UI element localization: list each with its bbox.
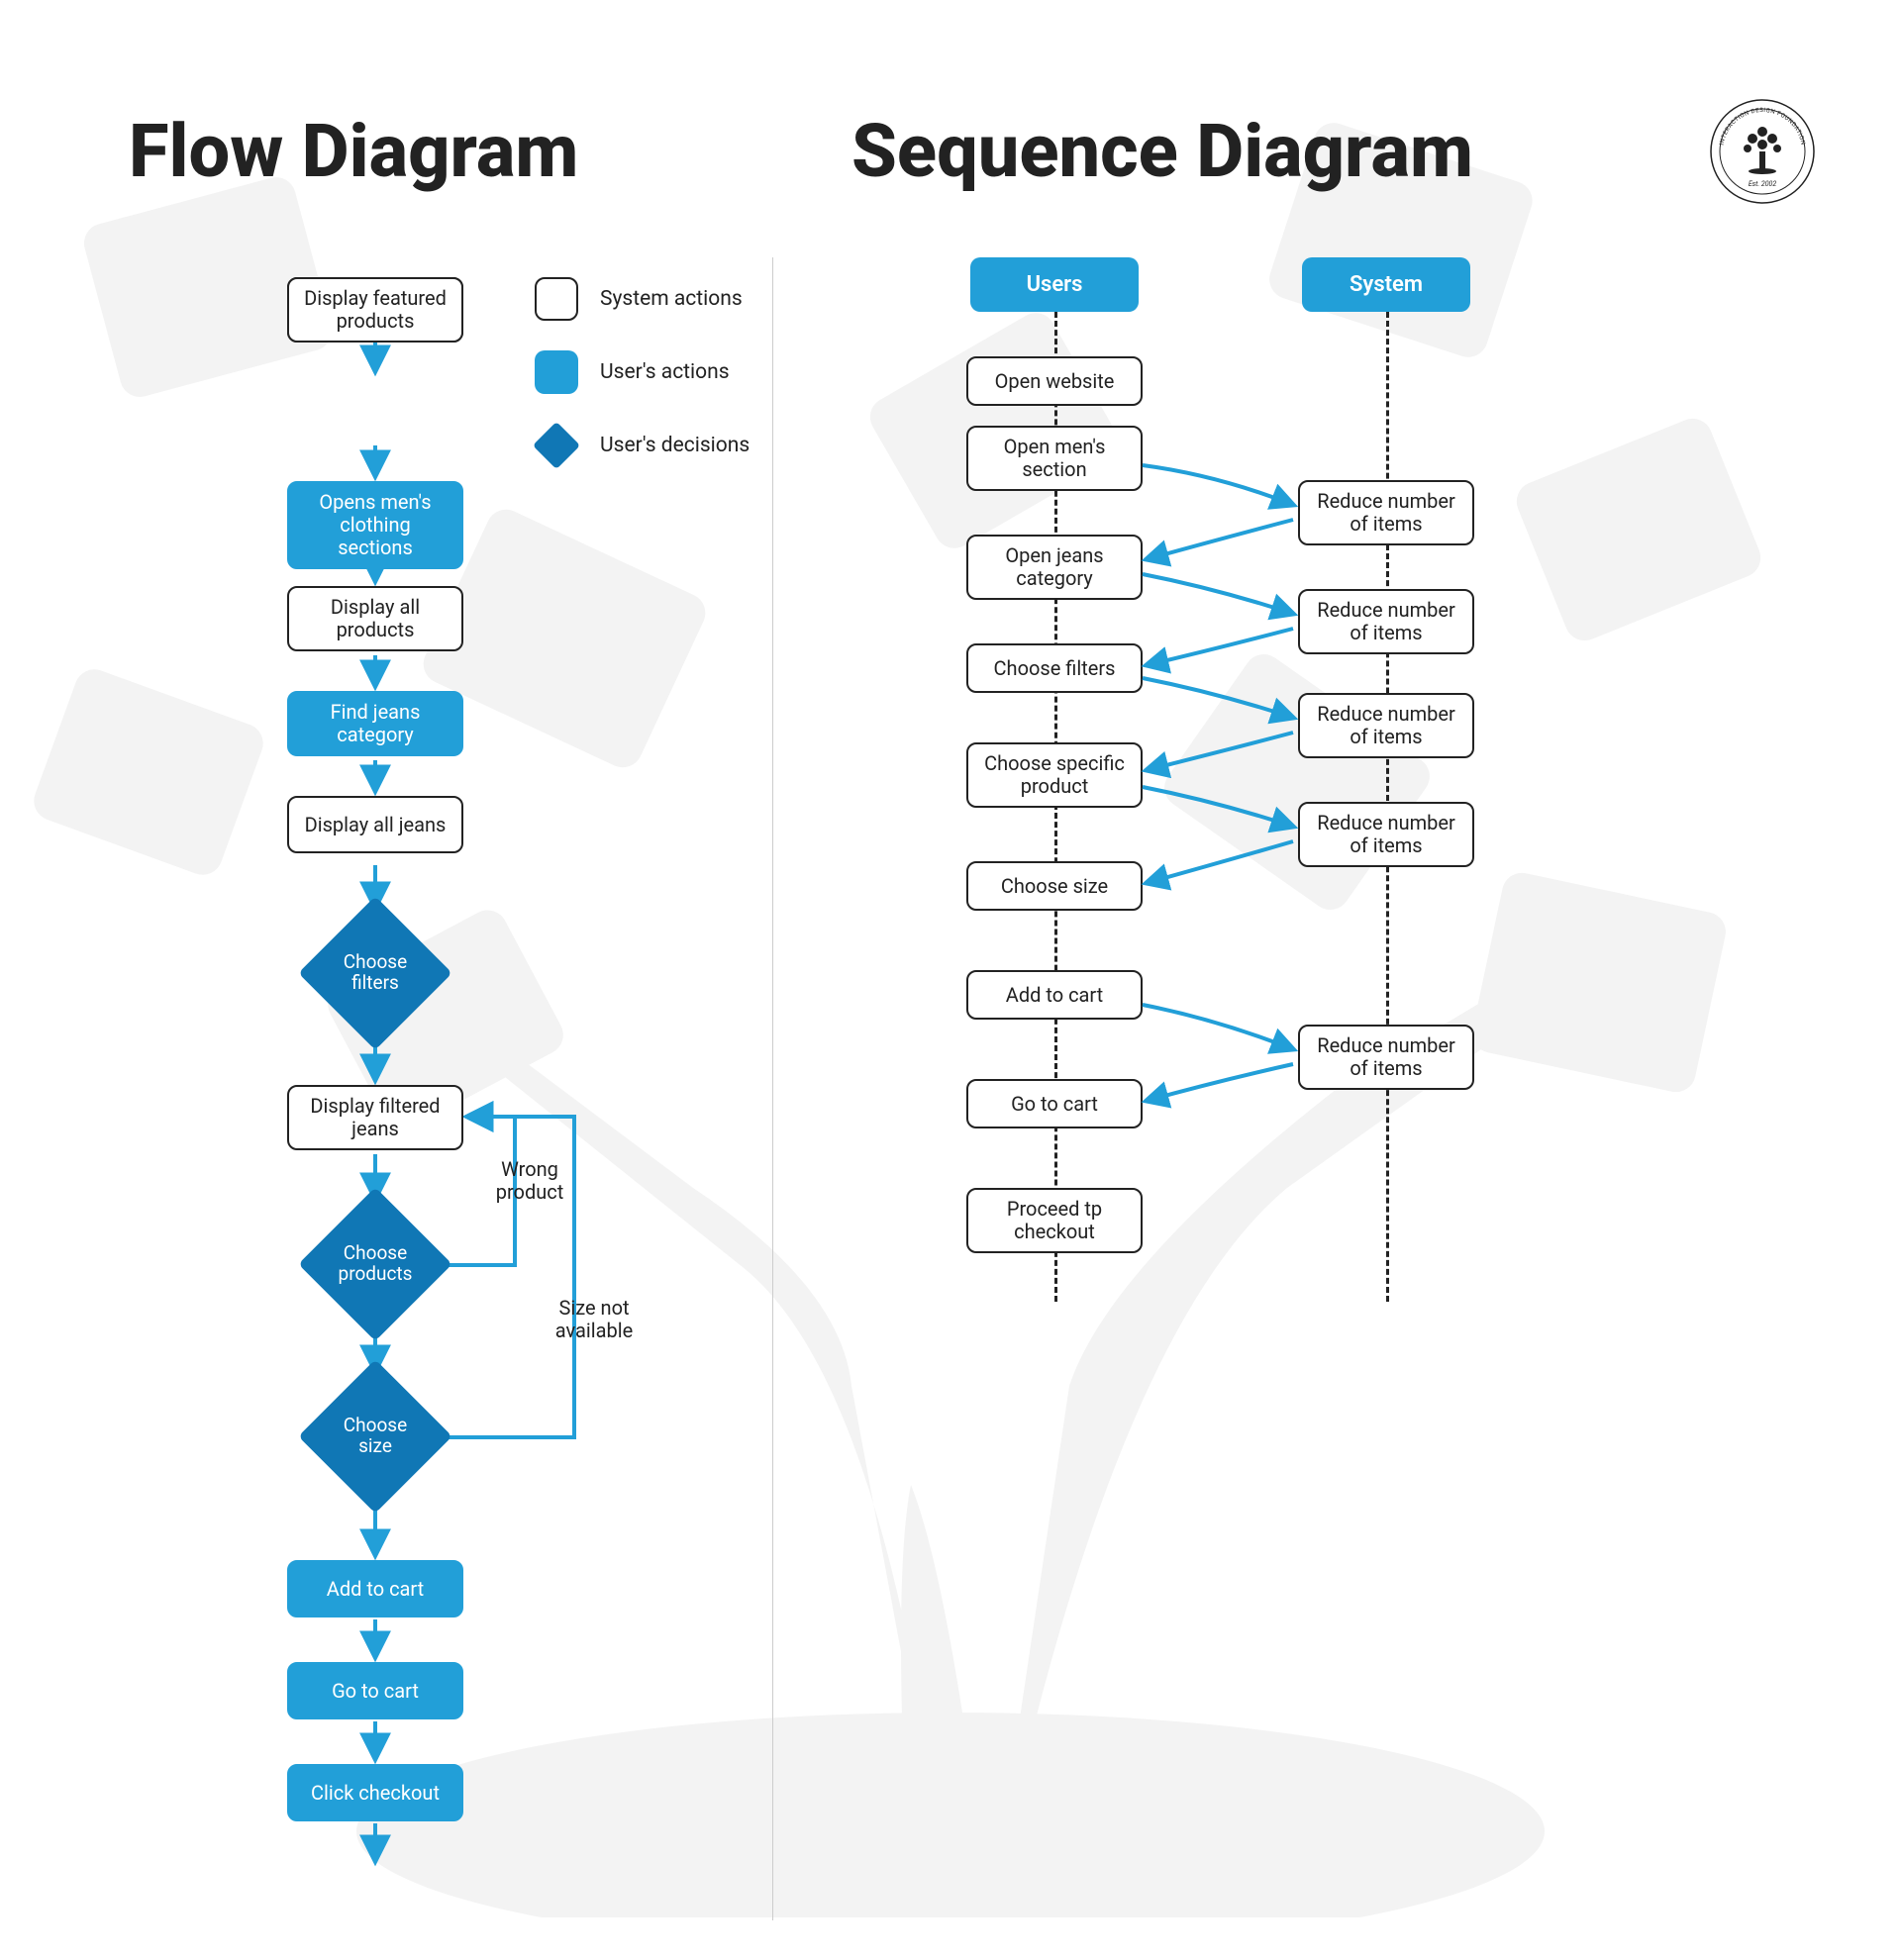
svg-text:Est. 2002: Est. 2002 [1749,180,1777,188]
flow-display-featured: Display featured products [287,277,463,343]
flow-go-to-cart: Go to cart [287,1662,463,1719]
flow-open-mens: Opens men's clothing sections [287,481,463,569]
flow-decision-choose-size: Choose size [321,1382,430,1491]
seq-arrows [941,257,1673,1346]
idf-logo: INTERACTION DESIGN FOUNDATION Est. 2002 [1708,97,1817,206]
flow-label-size-not-available: Size not available [535,1297,653,1342]
flow-click-checkout: Click checkout [287,1764,463,1821]
flow-diagram-title: Flow Diagram [129,109,578,195]
flow-display-filtered-jeans: Display filtered jeans [287,1085,463,1150]
flow-decision-choose-products: Choose products [321,1210,430,1319]
sequence-diagram-title: Sequence Diagram [851,109,1473,195]
flow-label-wrong-product: Wrong product [470,1158,589,1204]
flow-add-to-cart: Add to cart [287,1560,463,1617]
flow-decision-choose-filters: Choose filters [321,919,430,1028]
flow-display-all-jeans: Display all jeans [287,796,463,853]
flow-display-all-products: Display all products [287,586,463,651]
flow-find-jeans: Find jeans category [287,691,463,756]
